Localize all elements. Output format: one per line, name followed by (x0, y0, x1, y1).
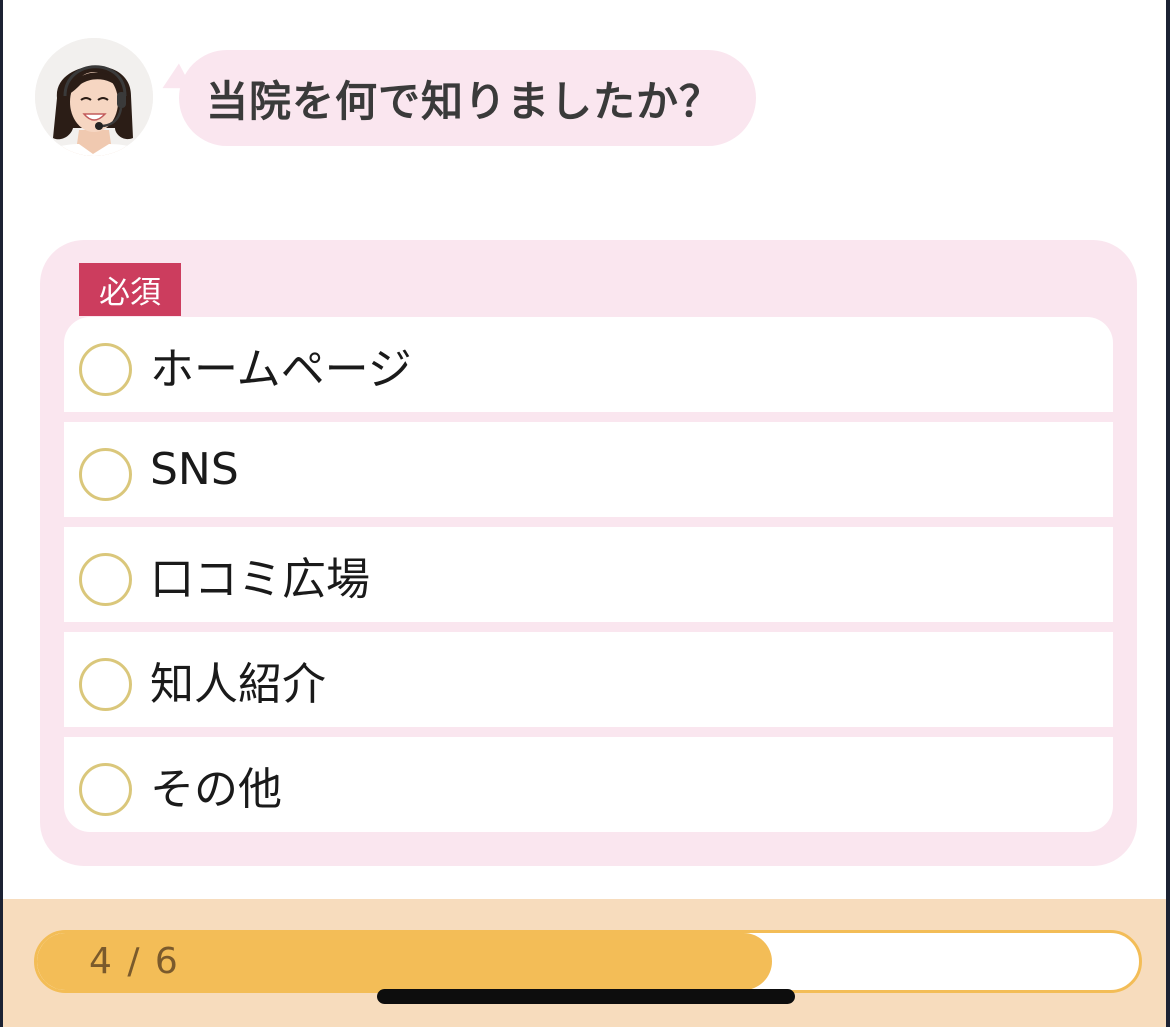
app-screen: 当院を何で知りましたか？ 必須 ホームページ SNS 口コミ広場 知人紹介 その… (3, 0, 1166, 1027)
radio-unselected-icon[interactable] (79, 553, 132, 606)
option-label: SNS (150, 444, 239, 495)
radio-unselected-icon[interactable] (79, 448, 132, 501)
progress-bar: 4 / 6 (34, 930, 1142, 993)
option-label: 知人紹介 (150, 658, 326, 710)
options-list: ホームページ SNS 口コミ広場 知人紹介 その他 (64, 317, 1113, 832)
progress-footer: 4 / 6 (3, 899, 1166, 1027)
question-text: 当院を何で知りましたか？ (206, 76, 723, 126)
option-label: 口コミ広場 (150, 553, 370, 605)
radio-unselected-icon[interactable] (79, 343, 132, 396)
option-label: ホームページ (150, 343, 412, 395)
progress-label: 4 / 6 (89, 941, 180, 982)
radio-unselected-icon[interactable] (79, 763, 132, 816)
option-homepage[interactable]: ホームページ (64, 317, 1113, 412)
question-bubble: 当院を何で知りましたか？ (155, 50, 757, 146)
option-other[interactable]: その他 (64, 737, 1113, 832)
home-indicator (377, 989, 795, 1004)
question-card: 必須 ホームページ SNS 口コミ広場 知人紹介 その他 (40, 240, 1137, 866)
option-referral[interactable]: 知人紹介 (64, 632, 1113, 727)
option-sns[interactable]: SNS (64, 422, 1113, 517)
required-badge: 必須 (79, 263, 181, 316)
radio-unselected-icon[interactable] (79, 658, 132, 711)
option-review-site[interactable]: 口コミ広場 (64, 527, 1113, 622)
operator-avatar-icon (35, 38, 153, 156)
option-label: その他 (150, 763, 282, 815)
bubble-tail (155, 63, 193, 101)
